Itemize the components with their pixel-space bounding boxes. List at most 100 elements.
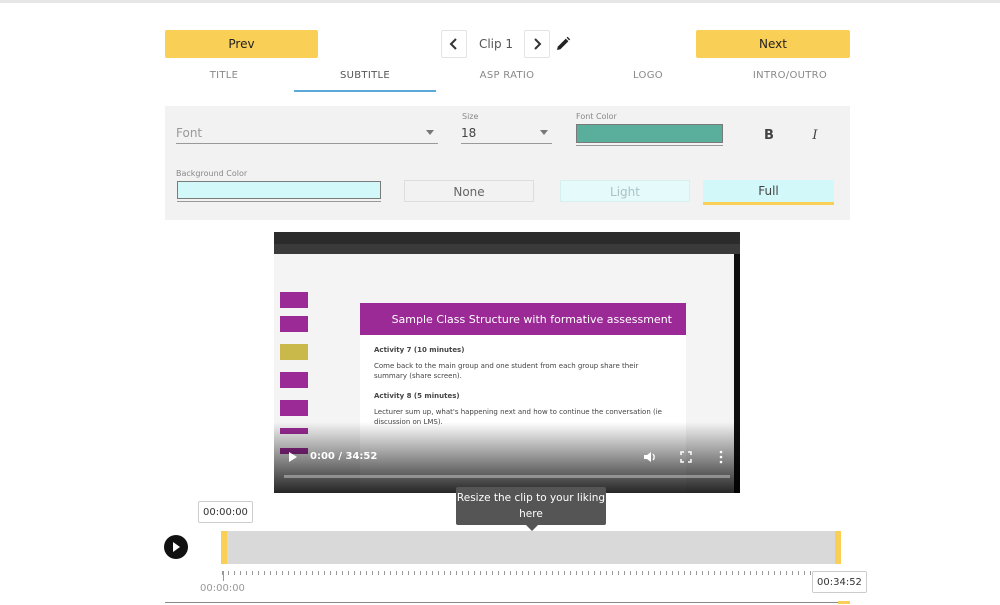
slide-thumbnail bbox=[280, 400, 308, 416]
trim-handle-start[interactable] bbox=[221, 531, 227, 564]
tab-logo[interactable]: LOGO bbox=[580, 66, 716, 90]
bg-option-light[interactable]: Light bbox=[560, 180, 690, 202]
prev-clip-button[interactable] bbox=[441, 30, 467, 58]
tab-intro-outro[interactable]: INTRO/OUTRO bbox=[720, 66, 860, 90]
ruler-tick bbox=[528, 571, 529, 575]
ruler-tick bbox=[354, 571, 355, 575]
pencil-icon[interactable] bbox=[555, 36, 571, 52]
background-color-swatch[interactable] bbox=[177, 181, 381, 199]
bg-option-full[interactable]: Full bbox=[703, 180, 834, 205]
start-time-box: 00:00:00 bbox=[198, 501, 253, 523]
ruler-tick bbox=[810, 571, 811, 575]
tab-title[interactable]: TITLE bbox=[165, 66, 283, 90]
ruler-tick bbox=[282, 571, 283, 575]
ruler-tick bbox=[636, 571, 637, 575]
bold-button[interactable]: B bbox=[759, 126, 779, 146]
ruler-tick bbox=[396, 571, 397, 575]
next-button[interactable]: Next bbox=[696, 30, 850, 58]
ruler-tick bbox=[516, 571, 517, 575]
ruler-tick bbox=[762, 571, 763, 575]
ruler-tick bbox=[522, 571, 523, 575]
ruler-tick bbox=[792, 571, 793, 575]
ruler-tick bbox=[390, 571, 391, 575]
ruler-tick bbox=[630, 571, 631, 575]
ruler-tick bbox=[288, 571, 289, 575]
ruler-tick bbox=[594, 571, 595, 575]
activity7-body: Come back to the main group and one stud… bbox=[374, 362, 639, 380]
background-color-underline bbox=[177, 201, 381, 202]
ruler-tick bbox=[450, 571, 451, 575]
ruler-tick bbox=[312, 571, 313, 575]
volume-icon[interactable] bbox=[643, 450, 657, 464]
ruler-tick bbox=[444, 571, 445, 575]
ruler-tick bbox=[246, 571, 247, 575]
ruler-tick bbox=[342, 571, 343, 575]
font-select[interactable]: Font bbox=[176, 122, 438, 144]
video-play-icon[interactable] bbox=[288, 450, 298, 464]
ruler-tick bbox=[294, 571, 295, 575]
prev-button[interactable]: Prev bbox=[165, 30, 318, 58]
ruler-tick bbox=[378, 571, 379, 575]
ruler-tick bbox=[654, 571, 655, 575]
ruler-start-marker bbox=[223, 571, 224, 581]
ruler-tick bbox=[576, 571, 577, 575]
ruler-tick bbox=[666, 571, 667, 575]
trim-handle-end[interactable] bbox=[835, 531, 841, 564]
tab-subtitle[interactable]: SUBTITLE bbox=[294, 66, 436, 92]
ruler-tick bbox=[426, 571, 427, 575]
ruler-tick bbox=[558, 571, 559, 575]
ruler-tick bbox=[660, 571, 661, 575]
background-color-label: Background Color bbox=[176, 169, 248, 178]
font-color-swatch[interactable] bbox=[576, 124, 723, 143]
end-time-box: 00:34:52 bbox=[812, 571, 867, 593]
ruler-tick bbox=[438, 571, 439, 575]
bg-option-none[interactable]: None bbox=[404, 180, 534, 202]
ruler-tick bbox=[366, 571, 367, 575]
ruler-tick bbox=[498, 571, 499, 575]
next-clip-button[interactable] bbox=[524, 30, 550, 58]
ruler-tick bbox=[306, 571, 307, 575]
clip-trim-track[interactable] bbox=[221, 531, 841, 564]
top-border bbox=[0, 0, 1000, 3]
size-label: Size bbox=[462, 112, 479, 121]
ruler-tick bbox=[492, 571, 493, 575]
tab-asp-ratio[interactable]: ASP RATIO bbox=[440, 66, 574, 90]
bottom-border bbox=[165, 602, 850, 603]
ruler-tick bbox=[798, 571, 799, 575]
ruler-tick bbox=[270, 571, 271, 575]
ruler-tick bbox=[744, 571, 745, 575]
slide-thumbnail bbox=[280, 344, 308, 360]
ruler-tick bbox=[468, 571, 469, 575]
fullscreen-icon[interactable] bbox=[680, 450, 692, 464]
ruler-tick bbox=[804, 571, 805, 575]
ruler-tick bbox=[480, 571, 481, 575]
ruler-tick bbox=[702, 571, 703, 575]
ruler-tick bbox=[612, 571, 613, 575]
ruler-tick bbox=[474, 571, 475, 575]
ruler-tick bbox=[534, 571, 535, 575]
ruler-tick bbox=[570, 571, 571, 575]
video-time-display: 0:00 / 34:52 bbox=[310, 451, 378, 462]
ruler-tick bbox=[582, 571, 583, 575]
ruler-tick bbox=[432, 571, 433, 575]
ruler-tick bbox=[708, 571, 709, 575]
ruler-tick bbox=[624, 571, 625, 575]
slide-thumbnail bbox=[280, 372, 308, 388]
size-select[interactable]: 18 bbox=[461, 122, 552, 144]
ruler-tick bbox=[774, 571, 775, 575]
italic-button[interactable]: I bbox=[805, 126, 825, 146]
browser-address-bar bbox=[274, 244, 740, 254]
ruler-tick bbox=[600, 571, 601, 575]
ruler-tick bbox=[588, 571, 589, 575]
ruler-tick bbox=[750, 571, 751, 575]
video-player[interactable]: Sample Class Structure with formative as… bbox=[274, 232, 740, 493]
timeline-play-button[interactable] bbox=[164, 535, 188, 559]
ruler-tick bbox=[714, 571, 715, 575]
more-options-icon[interactable] bbox=[718, 450, 724, 464]
ruler-tick bbox=[228, 571, 229, 575]
video-progress-bar[interactable] bbox=[284, 475, 730, 478]
ruler-tick bbox=[420, 571, 421, 575]
ruler-tick bbox=[720, 571, 721, 575]
ruler-tick bbox=[648, 571, 649, 575]
ruler-tick bbox=[672, 571, 673, 575]
